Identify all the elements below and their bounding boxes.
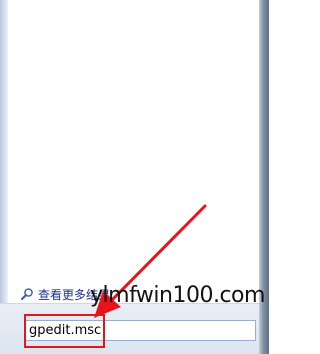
search-icon [20, 287, 34, 301]
watermark: ylmfwin100.com [90, 283, 265, 308]
start-menu-left-frame [0, 0, 8, 354]
start-search-input[interactable] [24, 320, 256, 341]
